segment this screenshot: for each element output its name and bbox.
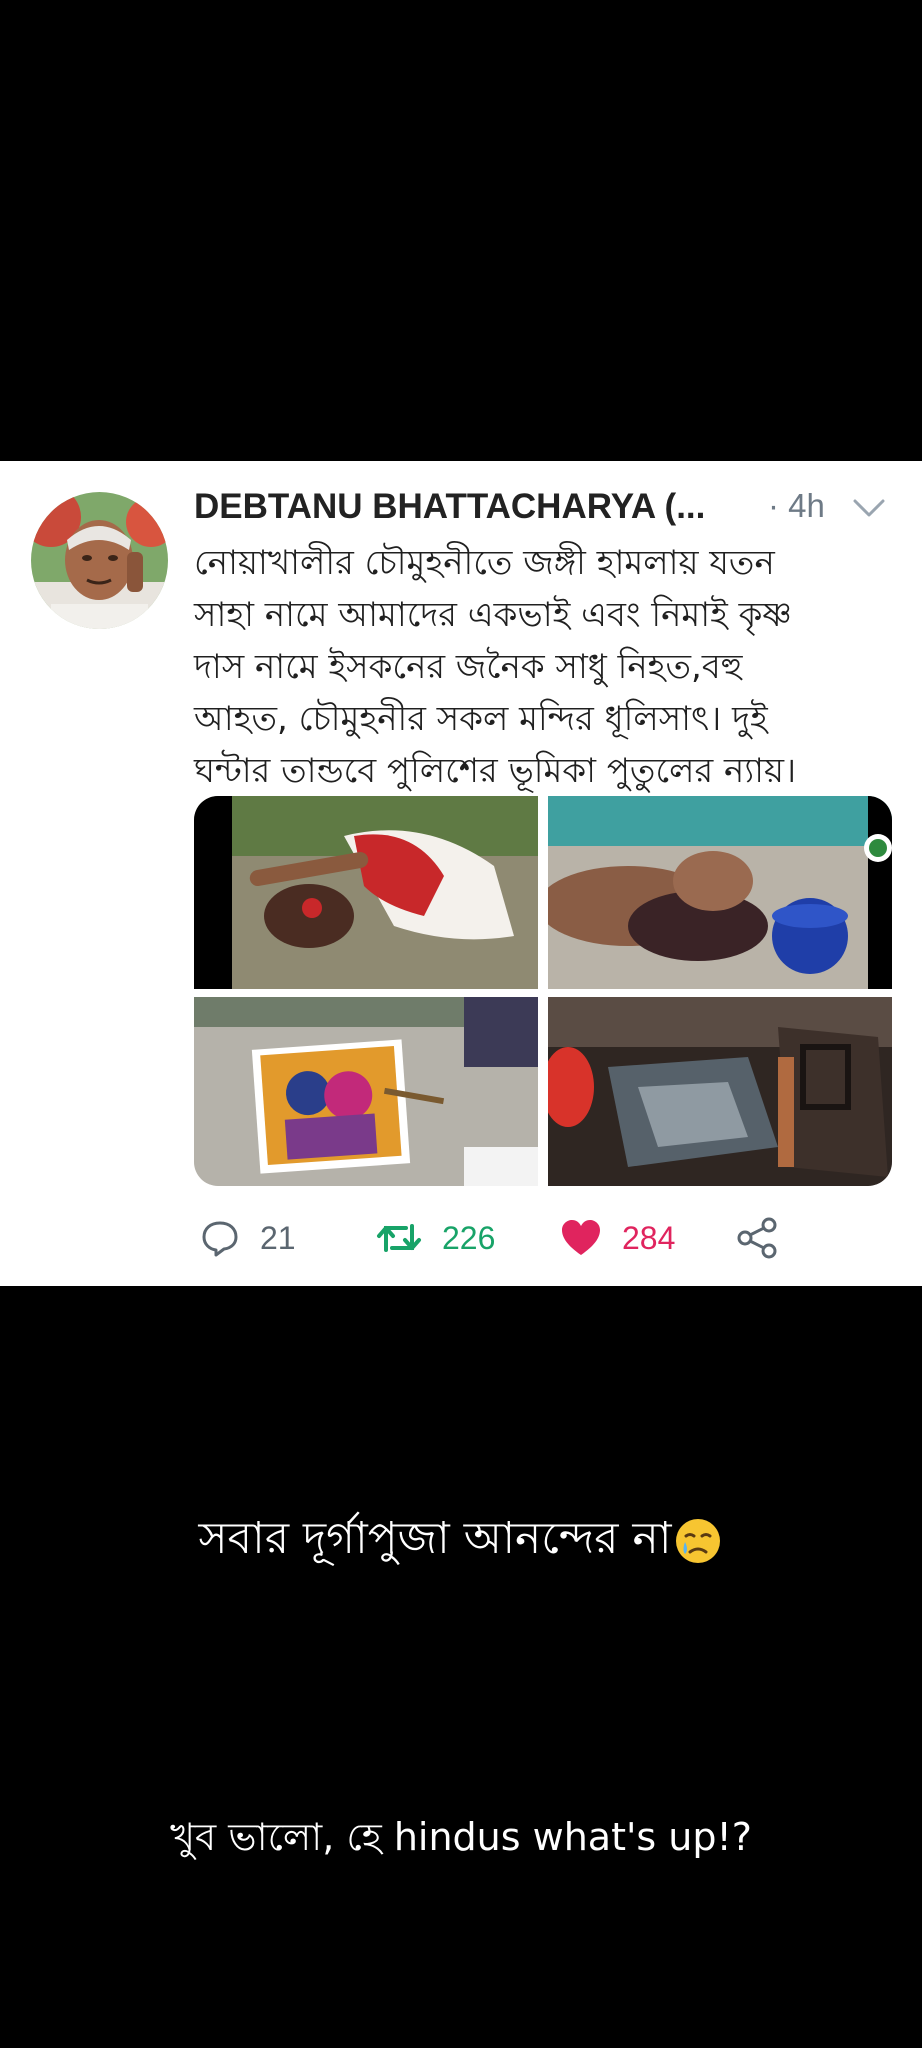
tweet-text: নোয়াখালীর চৌমুহনীতে জঙ্গী হামলায় যতন স… — [194, 537, 894, 797]
retweet-count: 226 — [442, 1219, 496, 1256]
reply-bubble-icon — [202, 1221, 238, 1257]
media-photo-2[interactable] — [548, 796, 892, 989]
tweet-text-line: দাস নামে ইসকনের জনৈক সাধু নিহত,বহু — [194, 647, 743, 687]
tweet-text-line: সাহা নামে আমাদের একভাই এবং নিমাই কৃষ্ণ — [194, 595, 792, 635]
tweet-media-grid — [194, 796, 892, 1186]
tweet-text-line: নোয়াখালীর চৌমুহনীতে জঙ্গী হামলায় যতন — [194, 543, 775, 583]
tweet-text-line: ঘন্টার তান্ডবে পুলিশের ভূমিকা পুতুলের ন্… — [194, 751, 797, 791]
reply-count: 21 — [260, 1219, 296, 1256]
tweet-card: DEBTANU BHATTACHARYA (... · 4h নোয়াখালী… — [0, 461, 922, 1286]
retweet-button[interactable]: 226 — [376, 1213, 495, 1263]
tweet-actions: 21 226 284 — [194, 1213, 894, 1263]
author-name[interactable]: DEBTANU BHATTACHARYA (... — [194, 487, 705, 527]
media-photo-3[interactable] — [194, 997, 538, 1186]
media-photo-1[interactable] — [194, 796, 538, 989]
share-button[interactable] — [736, 1213, 798, 1263]
tweet-text-line: আহত, চৌমুহনীর সকল মন্দির ধূলিসাৎ। দুই — [194, 699, 768, 739]
caption-line-1-text: সবার দূর্গাপুজা আনন্দের না — [198, 1513, 672, 1564]
like-button[interactable]: 284 — [560, 1213, 675, 1263]
reply-button[interactable]: 21 — [200, 1213, 296, 1263]
retweet-arrows-icon — [377, 1224, 421, 1252]
caption-line-2: খুব ভালো, হে hindus what's up!? — [170, 1815, 752, 1859]
author-avatar[interactable] — [31, 492, 168, 629]
chevron-down-icon[interactable] — [852, 497, 886, 519]
tweet-timestamp[interactable]: · 4h — [768, 487, 825, 525]
caption-line-1: সবার দূর্গাপুজা আনন্দের না — [0, 1505, 922, 1578]
share-nodes-icon — [737, 1217, 777, 1259]
like-count: 284 — [622, 1219, 676, 1256]
crying-face-emoji-icon — [676, 1519, 721, 1563]
heart-filled-icon — [562, 1220, 600, 1255]
media-photo-4[interactable] — [548, 997, 892, 1186]
